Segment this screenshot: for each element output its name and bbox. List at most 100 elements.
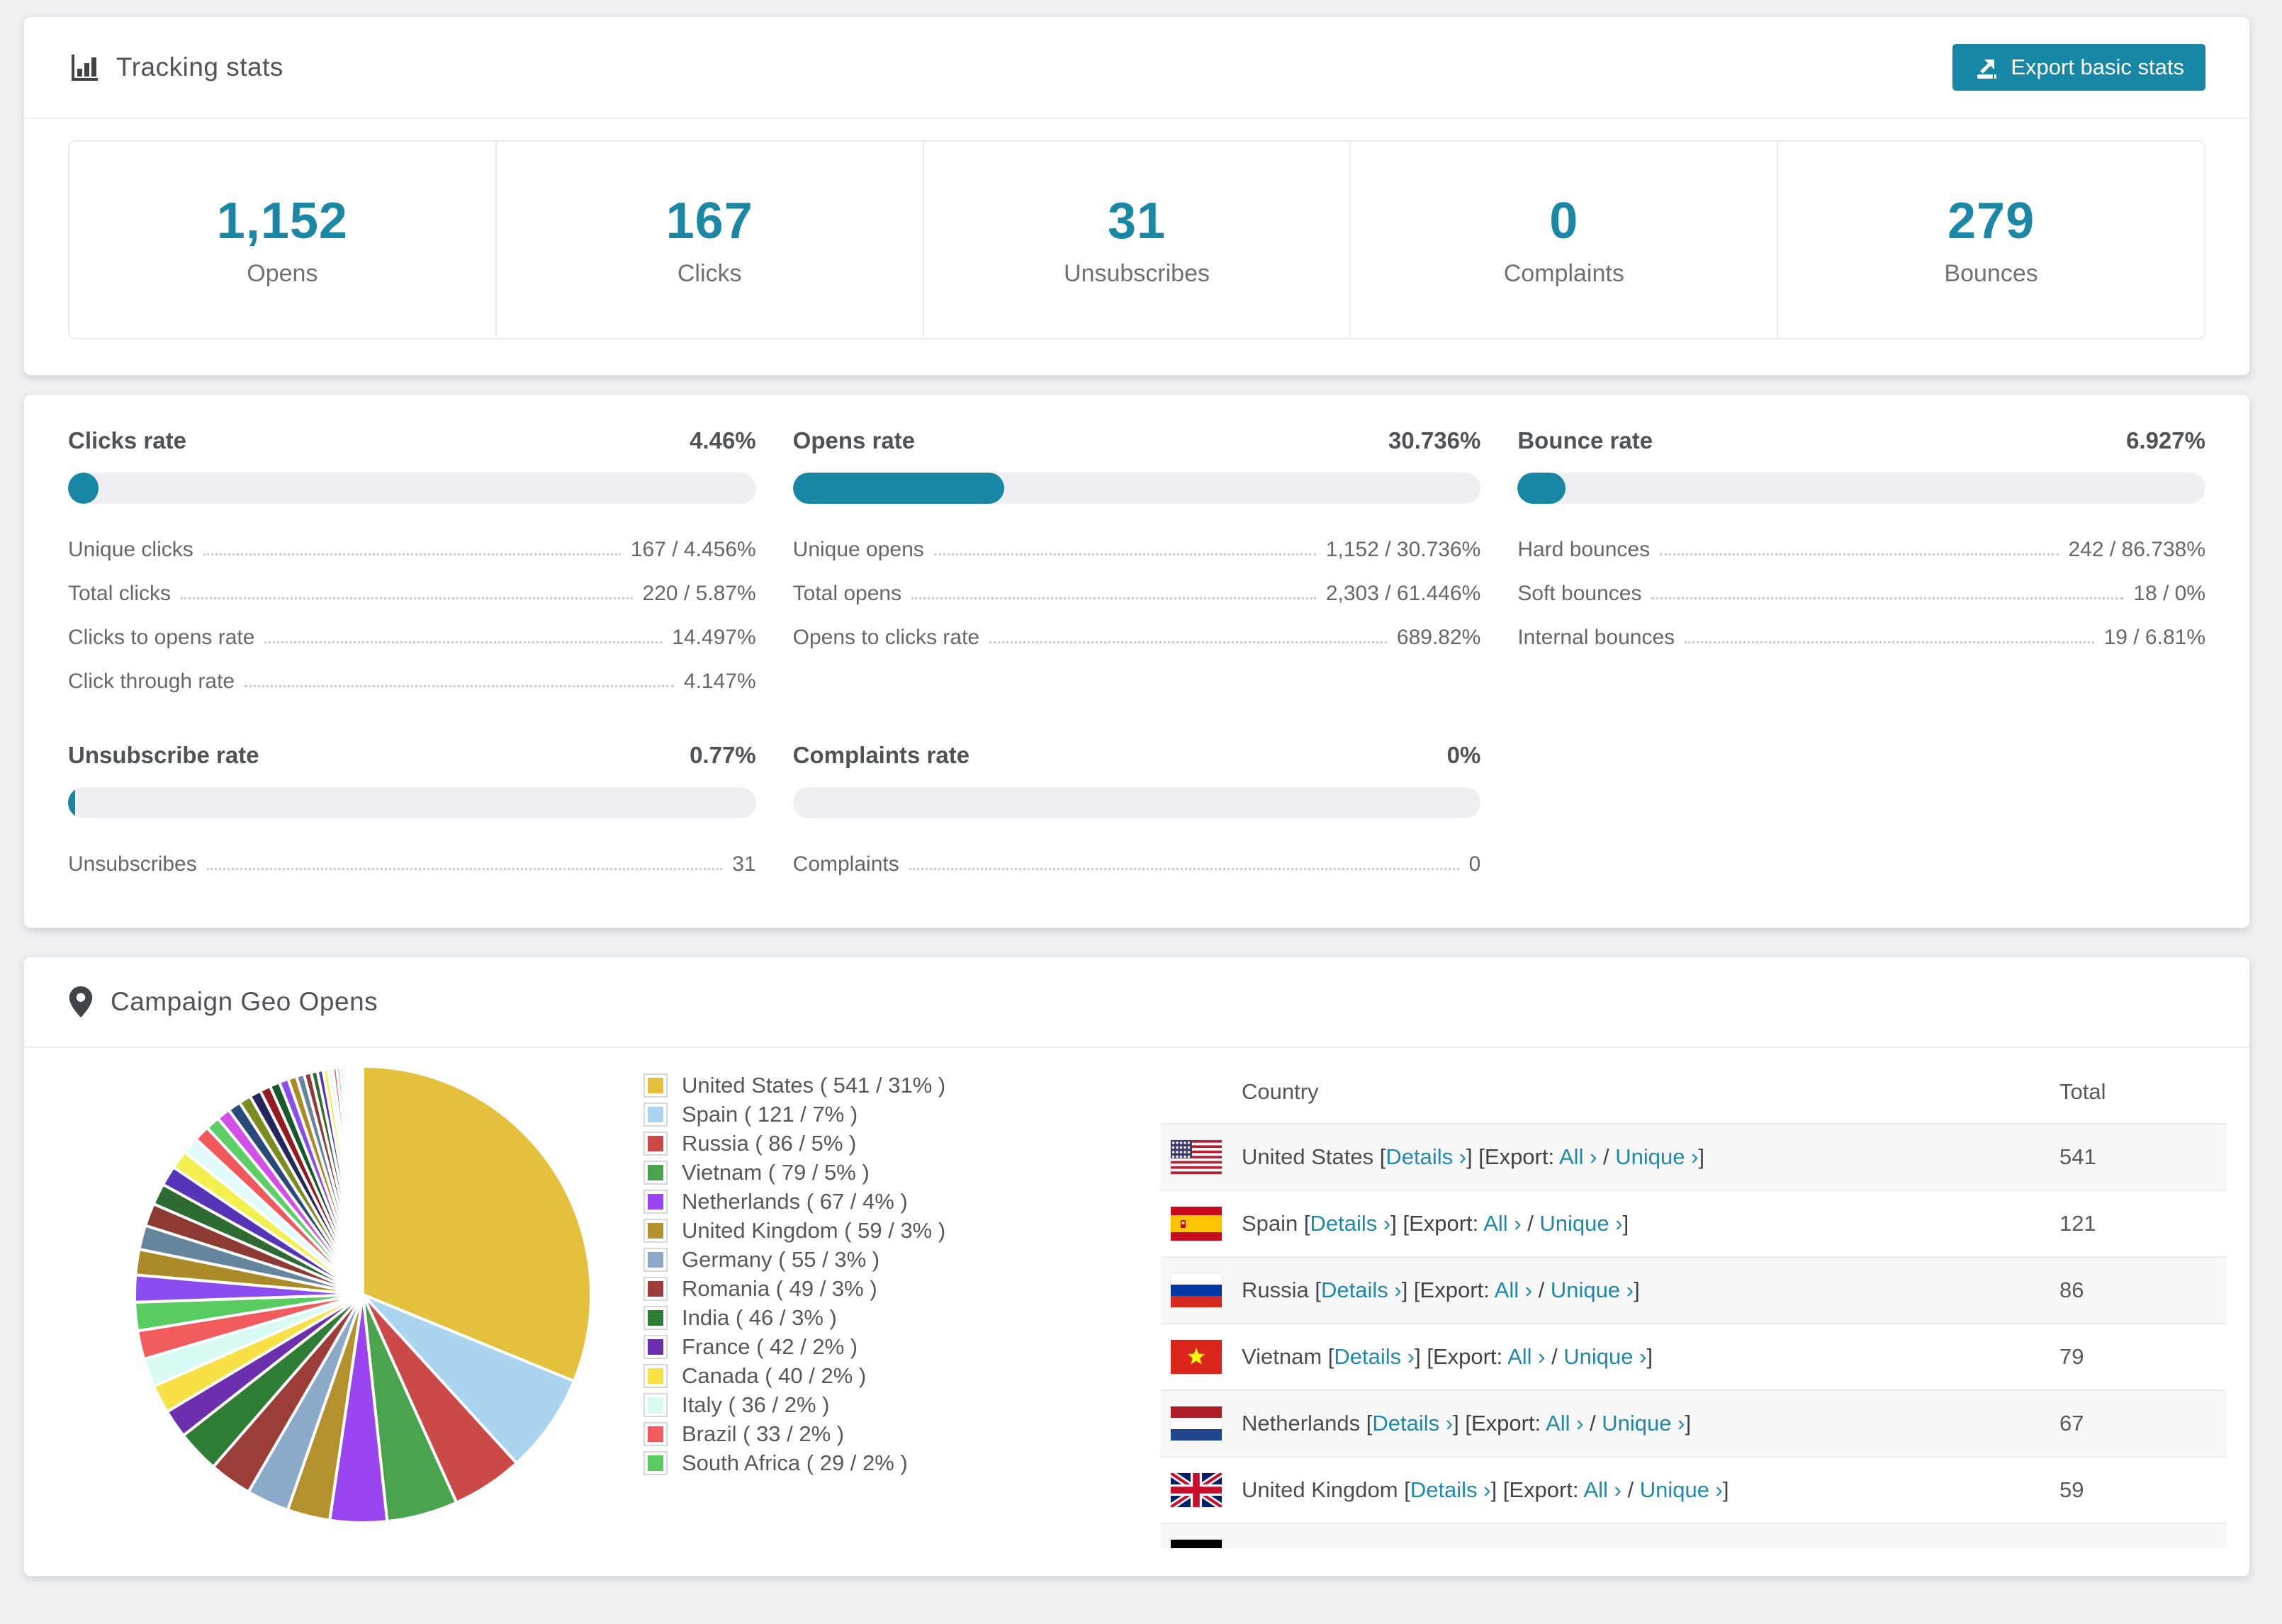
legend-label: India ( 46 / 3% ) — [682, 1304, 837, 1330]
slash: / — [1521, 1211, 1540, 1236]
export-unique-link[interactable]: Unique › — [1615, 1144, 1698, 1169]
geo-table: Country Total United States [Details ›] … — [1161, 1061, 2227, 1548]
slash: / — [1621, 1477, 1640, 1502]
country-total: 59 — [2059, 1477, 2084, 1502]
rate-section-bounce-rate: Bounce rate 6.927% Hard bounces 242 / 86.73… — [1517, 427, 2205, 704]
dotted-leader — [206, 868, 723, 870]
dotted-leader — [181, 597, 633, 599]
legend-swatch — [643, 1189, 668, 1214]
country-total: 79 — [2059, 1344, 2084, 1369]
export-all-link[interactable]: All › — [1495, 1278, 1532, 1302]
legend-label: Netherlands ( 67 / 4% ) — [682, 1188, 908, 1214]
bracket: ] [ — [1490, 1477, 1510, 1502]
export-all-link[interactable]: All › — [1517, 1544, 1555, 1548]
detail-value: 0 — [1468, 852, 1481, 876]
opens-rate-progress-bar — [792, 473, 1481, 504]
export-basic-stats-button[interactable]: Export basic stats — [1952, 44, 2205, 91]
rates-grid: Clicks rate 4.46% Unique clicks 167 / 4.456… — [68, 427, 2205, 886]
dotted-leader — [264, 641, 663, 643]
stats-summary: 1,152 Opens 167 Clicks 31 Unsubscribes 0 Compla… — [68, 140, 2205, 339]
dotted-leader — [203, 553, 621, 556]
bracket: ] [ — [1424, 1544, 1443, 1548]
progress-fill — [68, 473, 99, 504]
export-all-link[interactable]: All › — [1507, 1344, 1545, 1369]
details-link[interactable]: Details › — [1310, 1211, 1391, 1236]
bracket: ] — [1634, 1278, 1640, 1302]
detail-value: 19 / 6.81% — [2103, 626, 2205, 649]
legend-item-brazil: Brazil ( 33 / 2% ) — [643, 1419, 984, 1448]
country-total: 541 — [2059, 1144, 2096, 1169]
legend-item-canada: Canada ( 40 / 2% ) — [643, 1361, 984, 1390]
rate-section-clicks-rate: Clicks rate 4.46% Unique clicks 167 / 4.456… — [68, 427, 756, 704]
rate-value: 4.46% — [690, 427, 756, 453]
export-all-link[interactable]: All › — [1559, 1144, 1597, 1169]
legend-label: Spain ( 121 / 7% ) — [682, 1101, 858, 1127]
details-link[interactable]: Details › — [1386, 1144, 1466, 1169]
bracket: ] [ — [1453, 1411, 1471, 1436]
details-link[interactable]: Details › — [1344, 1544, 1425, 1548]
legend-label: Italy ( 36 / 2% ) — [682, 1392, 830, 1417]
export-unique-link[interactable]: Unique › — [1602, 1411, 1685, 1436]
detail-label: Unique clicks — [68, 538, 193, 561]
flag-united-kingdom-icon — [1171, 1473, 1222, 1507]
dotted-leader — [911, 597, 1316, 599]
bracket: [ — [1373, 1144, 1386, 1169]
map-pin-icon — [68, 986, 94, 1018]
stat-label: Bounces — [1944, 260, 2038, 287]
legend-swatch — [643, 1334, 668, 1359]
rate-title: Unsubscribe rate — [68, 742, 259, 768]
dotted-leader — [1685, 641, 2094, 643]
slash: / — [1583, 1411, 1602, 1436]
detail-row-unsubscribes: Unsubscribes 31 — [68, 842, 756, 886]
detail-label: Total clicks — [68, 582, 172, 605]
export-all-link[interactable]: All › — [1546, 1411, 1583, 1436]
slash: / — [1532, 1278, 1551, 1302]
export-label: Export: — [1409, 1211, 1484, 1236]
rate-header: Clicks rate 4.46% — [68, 427, 756, 454]
legend-label: Germany ( 55 / 3% ) — [682, 1246, 880, 1272]
details-link[interactable]: Details › — [1372, 1411, 1453, 1436]
bracket: ] — [1657, 1544, 1663, 1548]
bracket: ] — [1722, 1477, 1729, 1502]
detail-value: 31 — [732, 852, 756, 876]
slash: / — [1545, 1344, 1564, 1369]
slash: / — [1556, 1544, 1574, 1548]
details-link[interactable]: Details › — [1334, 1344, 1415, 1369]
detail-label: Unique opens — [792, 538, 924, 561]
legend-item-romania: Romania ( 49 / 3% ) — [643, 1274, 984, 1303]
geo-pie-chart — [129, 1061, 597, 1528]
page-title: Tracking stats — [116, 52, 283, 81]
export-label: Export: — [1484, 1144, 1559, 1169]
total-column-header: Total — [2059, 1061, 2227, 1124]
detail-row-opens-to-clicks-rate: Opens to clicks rate 689.82% — [793, 616, 1481, 660]
detail-row-clicks-to-opens-rate: Clicks to opens rate 14.497% — [68, 616, 756, 660]
complaints-rate-progress-bar — [792, 787, 1481, 818]
export-unique-link[interactable]: Unique › — [1551, 1278, 1634, 1302]
legend-swatch — [643, 1073, 668, 1098]
rate-title: Bounce rate — [1517, 427, 1653, 453]
bracket: ] — [1646, 1344, 1653, 1369]
export-unique-link[interactable]: Unique › — [1563, 1344, 1646, 1369]
geo-table-row-netherlands: Netherlands [Details ›] [Export: All › /… — [1161, 1390, 2227, 1457]
dotted-leader — [989, 641, 1387, 643]
details-link[interactable]: Details › — [1321, 1278, 1402, 1302]
slash: / — [1597, 1144, 1616, 1169]
stat-opens: 1,152 Opens — [69, 142, 497, 338]
country-total: 55 — [2059, 1523, 2227, 1548]
detail-value: 242 / 86.738% — [2068, 538, 2206, 561]
detail-row-unique-opens: Unique opens 1,152 / 30.736% — [793, 528, 1481, 572]
export-all-link[interactable]: All › — [1483, 1211, 1521, 1236]
dotted-leader — [1651, 597, 2124, 599]
geo-table-row-russia: Russia [Details ›] [Export: All › / Uniq… — [1161, 1257, 2227, 1324]
rate-title: Clicks rate — [68, 427, 186, 453]
details-link[interactable]: Details › — [1410, 1477, 1491, 1502]
detail-value: 167 / 4.456% — [630, 538, 756, 561]
export-unique-link[interactable]: Unique › — [1539, 1211, 1622, 1236]
export-unique-link[interactable]: Unique › — [1640, 1477, 1723, 1502]
flag-germany-icon — [1171, 1540, 1222, 1548]
export-all-link[interactable]: All › — [1583, 1477, 1621, 1502]
detail-value: 689.82% — [1396, 626, 1481, 649]
rate-section-complaints-rate: Complaints rate 0% Complaints 0 — [792, 742, 1481, 886]
detail-row-soft-bounces: Soft bounces 18 / 0% — [1517, 572, 2205, 616]
export-unique-link[interactable]: Unique › — [1574, 1544, 1657, 1548]
